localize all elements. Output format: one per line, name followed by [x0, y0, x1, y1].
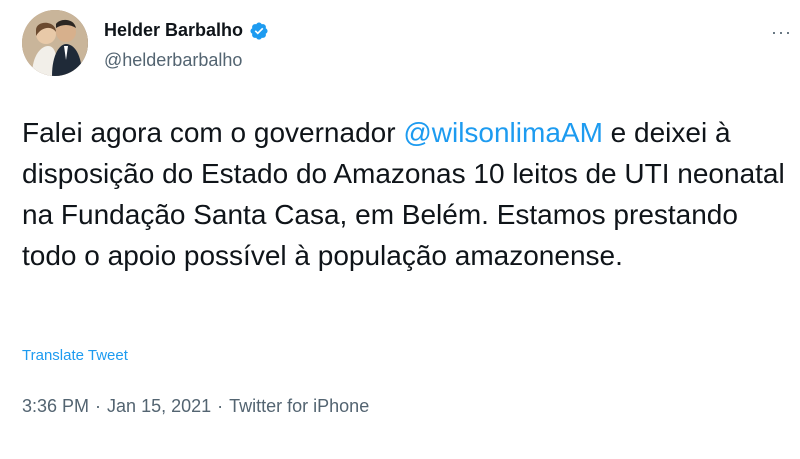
tweet-card: Helder Barbalho @helderbarbalho ··· Fale…	[0, 0, 800, 459]
tweet-time[interactable]: 3:36 PM	[22, 396, 89, 417]
tweet-text-start: Falei agora com o governador	[22, 117, 404, 148]
avatar[interactable]	[22, 10, 88, 76]
user-handle[interactable]: @helderbarbalho	[104, 50, 242, 71]
tweet-source[interactable]: Twitter for iPhone	[229, 396, 369, 417]
display-name[interactable]: Helder Barbalho	[104, 20, 243, 41]
tweet-metadata: 3:36 PM · Jan 15, 2021 · Twitter for iPh…	[22, 396, 369, 417]
user-name-row: Helder Barbalho	[104, 20, 269, 41]
more-options-icon[interactable]: ···	[771, 22, 792, 43]
tweet-text: Falei agora com o governador @wilsonlima…	[22, 112, 792, 276]
meta-separator: ·	[217, 396, 224, 416]
translate-tweet-link[interactable]: Translate Tweet	[22, 347, 128, 364]
avatar-image	[22, 10, 88, 76]
tweet-date[interactable]: Jan 15, 2021	[107, 396, 211, 417]
mention-link[interactable]: @wilsonlimaAM	[403, 117, 603, 148]
meta-separator: ·	[95, 396, 102, 416]
verified-badge-icon	[249, 21, 269, 41]
